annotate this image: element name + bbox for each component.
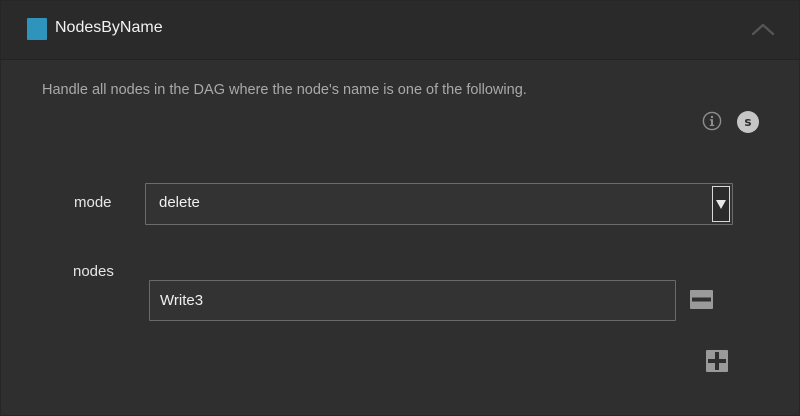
mode-label: mode	[74, 194, 112, 211]
panel-title: NodesByName	[55, 19, 163, 36]
panel-header[interactable]: NodesByName	[1, 1, 799, 60]
s-badge-icon[interactable]: s	[737, 111, 759, 133]
panel-description: Handle all nodes in the DAG where the no…	[42, 82, 527, 98]
minus-icon[interactable]	[690, 290, 713, 309]
dropdown-arrow-icon[interactable]	[712, 186, 730, 222]
node-name-input[interactable]	[149, 280, 676, 321]
mode-select[interactable]: delete	[145, 183, 733, 225]
mode-select-value: delete	[159, 194, 200, 211]
chevron-up-icon[interactable]	[749, 15, 777, 43]
nodes-by-name-panel: NodesByName Handle all nodes in the DAG …	[0, 0, 800, 416]
nodes-label: nodes	[73, 263, 114, 280]
title-color-swatch	[27, 18, 47, 40]
info-icon[interactable]	[702, 111, 722, 131]
plus-icon[interactable]	[706, 350, 728, 372]
